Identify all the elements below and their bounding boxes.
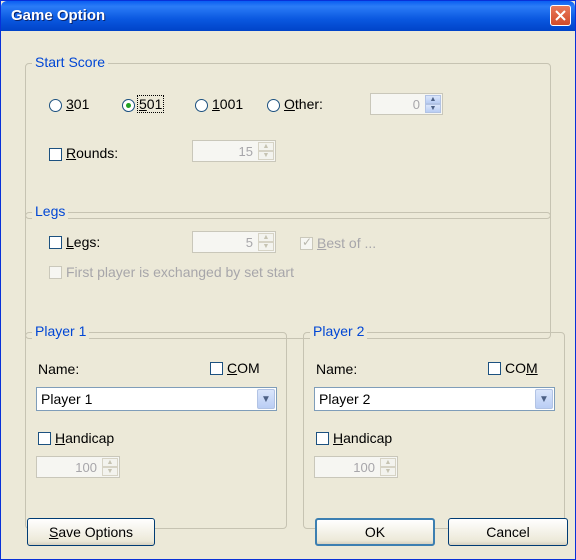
spin-up-icon[interactable]: ▲ xyxy=(258,142,274,151)
close-icon xyxy=(555,10,566,21)
spin-down-icon[interactable]: ▼ xyxy=(258,151,274,160)
player2-handicap-spinner[interactable]: 100 ▲ ▼ xyxy=(314,456,398,478)
player1-handicap-checkbox[interactable] xyxy=(38,432,51,445)
rounds-spinner[interactable]: 15 ▲ ▼ xyxy=(192,140,276,162)
rounds-value: 15 xyxy=(238,144,253,159)
player2-handicap-value: 100 xyxy=(353,460,375,475)
player1-handicap-value: 100 xyxy=(75,460,97,475)
radio-501[interactable] xyxy=(122,99,135,112)
spin-down-icon[interactable]: ▼ xyxy=(425,104,441,113)
radio-1001-label[interactable]: 1001 xyxy=(212,96,243,112)
rounds-label[interactable]: Rounds: xyxy=(66,145,118,161)
window-title: Game Option xyxy=(11,7,106,24)
spin-down-icon[interactable]: ▼ xyxy=(380,467,396,476)
radio-301-label[interactable]: 301 xyxy=(66,96,89,112)
player2-handicap-label[interactable]: Handicap xyxy=(333,430,392,446)
player1-com-label[interactable]: COM xyxy=(227,360,260,376)
title-bar[interactable]: Game Option xyxy=(1,1,575,31)
player2-name-label: Name: xyxy=(316,361,358,377)
checkmark-icon: ✓ xyxy=(302,235,313,249)
first-player-checkbox[interactable] xyxy=(49,266,62,279)
close-button[interactable] xyxy=(550,5,571,26)
radio-other[interactable] xyxy=(267,99,280,112)
player2-legend: Player 2 xyxy=(310,323,368,339)
legs-checkbox[interactable] xyxy=(49,236,62,249)
spin-up-icon[interactable]: ▲ xyxy=(425,95,441,104)
other-score-value: 0 xyxy=(412,97,420,112)
radio-1001[interactable] xyxy=(195,99,208,112)
best-of-checkbox[interactable]: ✓ xyxy=(300,235,313,250)
start-score-group: Start Score xyxy=(25,54,551,219)
radio-other-label[interactable]: Other: xyxy=(284,96,323,112)
start-score-legend: Start Score xyxy=(32,54,109,70)
player1-name-label: Name: xyxy=(38,361,80,377)
best-of-label[interactable]: Best of ... xyxy=(317,235,376,251)
player2-com-checkbox[interactable] xyxy=(488,362,501,375)
player1-handicap-spinner[interactable]: 100 ▲ ▼ xyxy=(36,456,120,478)
cancel-button[interactable]: Cancel xyxy=(448,518,568,546)
spin-down-icon[interactable]: ▼ xyxy=(258,242,274,251)
rounds-checkbox[interactable] xyxy=(49,148,62,161)
player1-legend: Player 1 xyxy=(32,323,90,339)
radio-501-label[interactable]: 501 xyxy=(137,95,165,113)
player2-handicap-checkbox[interactable] xyxy=(316,432,329,445)
player1-name-value: Player 1 xyxy=(41,391,93,407)
chevron-down-icon[interactable]: ▼ xyxy=(257,389,275,409)
legs-value: 5 xyxy=(245,235,253,250)
spin-down-icon[interactable]: ▼ xyxy=(102,467,118,476)
dialog-client-area: Start Score 301 501 1001 Other: 0 ▲ ▼ Ro… xyxy=(1,31,575,559)
player2-name-value: Player 2 xyxy=(319,391,371,407)
legs-legend: Legs xyxy=(32,203,69,219)
spin-up-icon[interactable]: ▲ xyxy=(102,458,118,467)
player1-name-combo[interactable]: Player 1 ▼ xyxy=(36,387,277,411)
first-player-label[interactable]: First player is exchanged by set start xyxy=(66,264,294,280)
player1-com-checkbox[interactable] xyxy=(210,362,223,375)
save-options-button[interactable]: Save Options xyxy=(27,518,155,546)
ok-button[interactable]: OK xyxy=(315,518,435,546)
spin-up-icon[interactable]: ▲ xyxy=(380,458,396,467)
spin-up-icon[interactable]: ▲ xyxy=(258,233,274,242)
legs-spinner[interactable]: 5 ▲ ▼ xyxy=(192,231,276,253)
player2-com-label[interactable]: COM xyxy=(505,360,538,376)
other-score-spinner[interactable]: 0 ▲ ▼ xyxy=(370,93,443,115)
legs-label[interactable]: Legs: xyxy=(66,234,100,250)
player2-name-combo[interactable]: Player 2 ▼ xyxy=(314,387,555,411)
game-option-dialog: Game Option Start Score 301 501 1001 Oth… xyxy=(0,0,576,560)
chevron-down-icon[interactable]: ▼ xyxy=(535,389,553,409)
radio-301[interactable] xyxy=(49,99,62,112)
player1-handicap-label[interactable]: Handicap xyxy=(55,430,114,446)
